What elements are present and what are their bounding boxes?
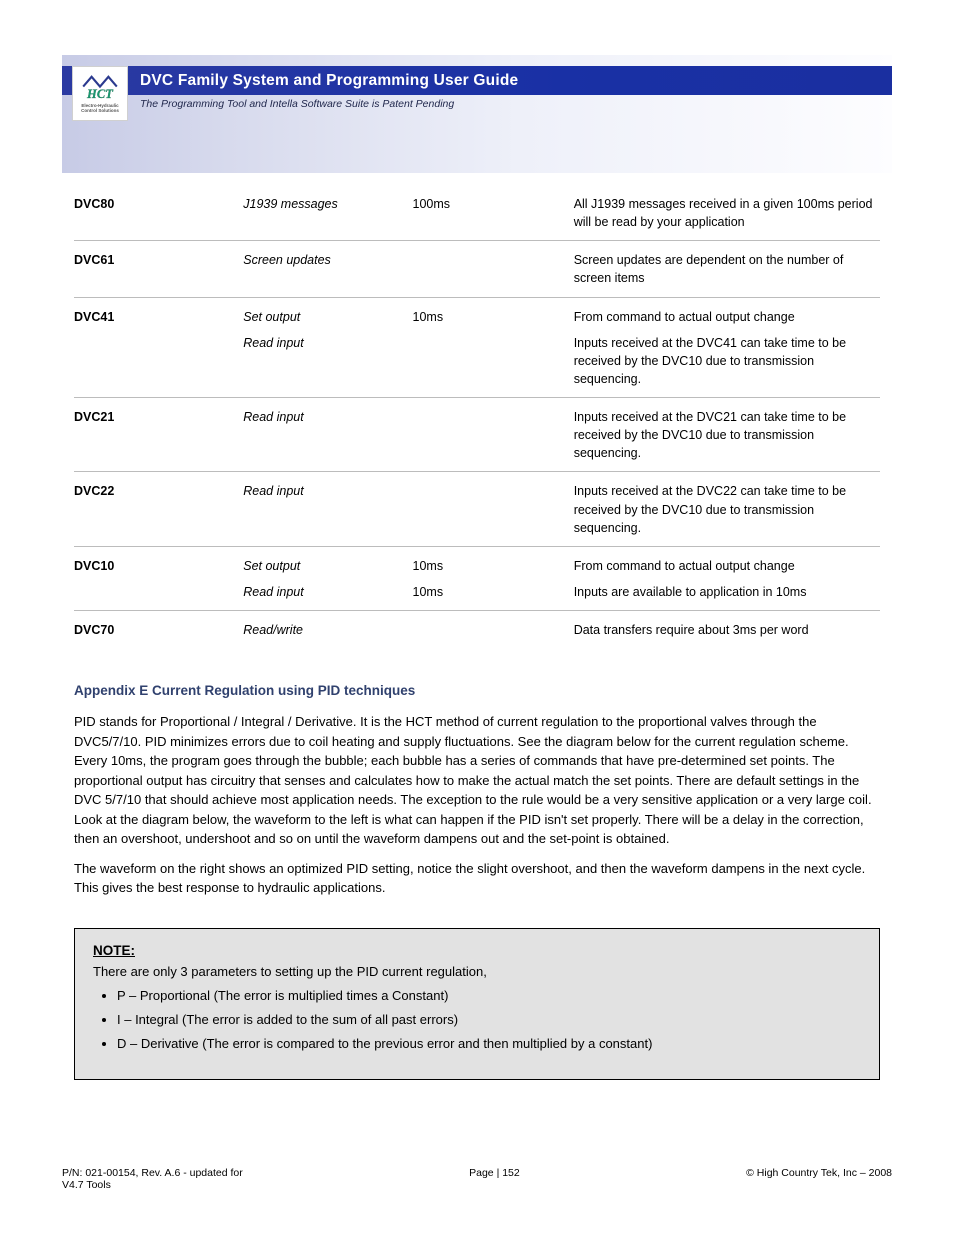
timing: 10ms <box>413 553 574 579</box>
timing: 10ms <box>413 304 574 330</box>
operation: Read input <box>243 579 412 605</box>
footer-page-label: Page | <box>469 1167 502 1179</box>
row-divider <box>74 546 880 547</box>
timing: 10ms <box>413 579 574 605</box>
device-name <box>74 579 243 605</box>
footer-pn2: V4.7 Tools <box>62 1179 111 1191</box>
timing <box>413 330 574 392</box>
subtitle: The Programming Tool and Intella Softwar… <box>140 98 454 110</box>
note-subtitle: There are only 3 parameters to setting u… <box>93 964 861 979</box>
table-row: DVC22Read input Inputs received at the DV… <box>74 478 880 540</box>
table-row: DVC41Set output10msFrom command to actua… <box>74 304 880 330</box>
logo-tagline: Electro-Hydraulic Control Solutions <box>81 104 119 113</box>
device-name: DVC10 <box>74 553 243 579</box>
logo-tag-2: Control Solutions <box>81 108 119 113</box>
description: Inputs received at the DVC22 can take ti… <box>574 478 880 540</box>
appendix-p1: PID stands for Proportional / Integral /… <box>74 712 880 849</box>
note-list: P – Proportional (The error is multiplie… <box>93 985 861 1055</box>
timing <box>413 247 574 291</box>
device-name <box>74 330 243 392</box>
content-area: DVC80J1939 messages100msAll J1939 messag… <box>62 173 892 1080</box>
footer-copyright: © High Country Tek, Inc – 2008 <box>746 1167 892 1191</box>
table-row: DVC10Set output10msFrom command to actua… <box>74 553 880 579</box>
description: Inputs received at the DVC41 can take ti… <box>574 330 880 392</box>
list-item: D – Derivative (The error is compared to… <box>117 1033 861 1055</box>
table-row: DVC61Screen updates Screen updates are de… <box>74 247 880 291</box>
operation: Screen updates <box>243 247 412 291</box>
device-name: DVC21 <box>74 404 243 466</box>
brand-logo: HCT Electro-Hydraulic Control Solutions <box>72 66 128 121</box>
list-item: P – Proportional (The error is multiplie… <box>117 985 861 1007</box>
description: Inputs received at the DVC21 can take ti… <box>574 404 880 466</box>
appendix-heading: Appendix E Current Regulation using PID … <box>74 683 880 698</box>
page-footer: P/N: 021-00154, Rev. A.6 - updated for V… <box>62 1167 892 1191</box>
operation: J1939 messages <box>243 191 412 235</box>
table-row: DVC21Read input Inputs received at the DV… <box>74 404 880 466</box>
footer-left: P/N: 021-00154, Rev. A.6 - updated for V… <box>62 1167 243 1191</box>
operation: Set output <box>243 553 412 579</box>
list-item: I – Integral (The error is added to the … <box>117 1009 861 1031</box>
row-divider <box>74 610 880 611</box>
operation: Read input <box>243 478 412 540</box>
footer-center: Page | 152 <box>243 1167 746 1191</box>
table-row: DVC70Read/write Data transfers require ab… <box>74 617 880 643</box>
timing: 100ms <box>413 191 574 235</box>
spec-table: DVC80J1939 messages100msAll J1939 messag… <box>74 191 880 643</box>
row-divider <box>74 240 880 241</box>
note-box: NOTE: There are only 3 parameters to set… <box>74 928 880 1080</box>
device-name: DVC80 <box>74 191 243 235</box>
title-bar: DVC Family System and Programming User G… <box>62 66 892 95</box>
description: All J1939 messages received in a given 1… <box>574 191 880 235</box>
footer-pn: P/N: 021-00154, Rev. A.6 - updated for <box>62 1167 243 1179</box>
operation: Read input <box>243 404 412 466</box>
description: From command to actual output change <box>574 553 880 579</box>
description: From command to actual output change <box>574 304 880 330</box>
note-title: NOTE: <box>93 943 861 958</box>
row-divider <box>74 297 880 298</box>
logo-text: HCT <box>86 87 114 101</box>
device-name: DVC61 <box>74 247 243 291</box>
table-row: DVC80J1939 messages100msAll J1939 messag… <box>74 191 880 235</box>
timing <box>413 404 574 466</box>
description: Inputs are available to application in 1… <box>574 579 880 605</box>
timing <box>413 617 574 643</box>
operation: Read/write <box>243 617 412 643</box>
table-row: Read input Inputs received at the DVC41 c… <box>74 330 880 392</box>
footer-page-num: 152 <box>502 1167 520 1179</box>
mountain-icon: HCT <box>79 73 121 103</box>
timing <box>413 478 574 540</box>
device-name: DVC70 <box>74 617 243 643</box>
row-divider <box>74 397 880 398</box>
appendix-p2: The waveform on the right shows an optim… <box>74 859 880 898</box>
device-name: DVC22 <box>74 478 243 540</box>
header-band: DVC Family System and Programming User G… <box>62 55 892 173</box>
operation: Set output <box>243 304 412 330</box>
operation: Read input <box>243 330 412 392</box>
description: Screen updates are dependent on the numb… <box>574 247 880 291</box>
table-row: Read input10msInputs are available to ap… <box>74 579 880 605</box>
description: Data transfers require about 3ms per wor… <box>574 617 880 643</box>
row-divider <box>74 471 880 472</box>
device-name: DVC41 <box>74 304 243 330</box>
title-text: DVC Family System and Programming User G… <box>140 72 518 90</box>
